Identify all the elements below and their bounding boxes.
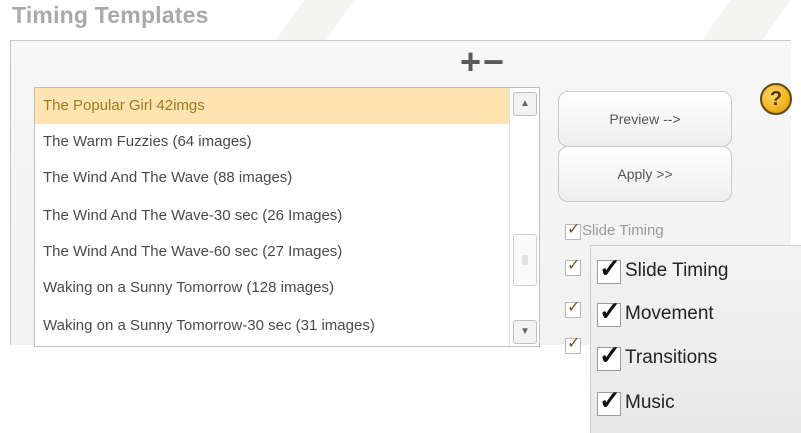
list-item[interactable]: Waking on a Sunny Tomorrow (128 images) bbox=[35, 270, 515, 306]
slide-timing-label-small: Slide Timing bbox=[582, 222, 664, 239]
help-icon[interactable]: ? bbox=[760, 83, 792, 115]
checkmark-icon: ✓ bbox=[599, 253, 621, 283]
list-item-selected[interactable]: The Popular Girl 42imgs bbox=[35, 88, 515, 124]
checkmark-icon: ✓ bbox=[567, 335, 581, 352]
list-item[interactable]: The Warm Fuzzies (64 images) bbox=[35, 124, 515, 160]
checkmark-icon: ✓ bbox=[567, 257, 581, 274]
transitions-checkbox[interactable]: ✓ bbox=[597, 340, 621, 371]
option-transitions[interactable]: ✓ Transitions bbox=[597, 339, 801, 379]
movement-label: Movement bbox=[625, 303, 714, 324]
list-item[interactable]: The Wind And The Wave (88 images) bbox=[35, 160, 515, 196]
scroll-grip bbox=[522, 255, 528, 265]
scroll-down-button[interactable]: ▼ bbox=[513, 320, 537, 344]
option-movement[interactable]: ✓ Movement bbox=[597, 295, 801, 335]
movement-checkbox-small[interactable]: ✓ bbox=[565, 257, 581, 276]
option-music[interactable]: ✓ Music bbox=[597, 384, 801, 424]
checkmark-icon: ✓ bbox=[599, 296, 621, 326]
list-item[interactable]: The Wind And The Wave-30 sec (26 Images) bbox=[35, 198, 515, 234]
slide-timing-checkbox[interactable]: ✓ bbox=[597, 253, 621, 284]
checkmark-icon: ✓ bbox=[567, 299, 581, 316]
slide-timing-checkbox-small[interactable]: ✓ bbox=[565, 221, 581, 240]
section-title: Timing Templates bbox=[12, 2, 209, 28]
apply-button[interactable]: Apply >> bbox=[558, 146, 732, 202]
option-slide-timing[interactable]: ✓ Slide Timing bbox=[597, 252, 801, 292]
checkmark-icon: ✓ bbox=[567, 221, 581, 238]
slide-timing-label: Slide Timing bbox=[625, 260, 729, 281]
music-checkbox-small[interactable]: ✓ bbox=[565, 335, 581, 354]
options-popup: ✓ Slide Timing ✓ Movement ✓ Transitions … bbox=[590, 245, 801, 433]
music-label: Music bbox=[625, 392, 675, 413]
remove-template-button[interactable]: − bbox=[483, 41, 506, 82]
checkmark-icon: ✓ bbox=[599, 385, 621, 415]
add-remove-controls: +− bbox=[460, 44, 506, 80]
movement-checkbox[interactable]: ✓ bbox=[597, 296, 621, 327]
scroll-thumb[interactable] bbox=[513, 234, 537, 286]
list-item[interactable]: Waking on a Sunny Tomorrow-30 sec (31 im… bbox=[35, 308, 515, 344]
transitions-checkbox-small[interactable]: ✓ bbox=[565, 299, 581, 318]
list-item[interactable]: The Wind And The Wave-60 sec (27 Images) bbox=[35, 234, 515, 270]
template-list[interactable]: The Popular Girl 42imgs The Warm Fuzzies… bbox=[34, 87, 540, 347]
music-checkbox[interactable]: ✓ bbox=[597, 385, 621, 416]
transitions-label: Transitions bbox=[625, 347, 718, 368]
preview-button[interactable]: Preview --> bbox=[558, 91, 732, 147]
list-scrollbar[interactable] bbox=[509, 88, 539, 346]
scroll-up-button[interactable]: ▲ bbox=[513, 92, 537, 116]
checkmark-icon: ✓ bbox=[599, 340, 621, 370]
add-template-button[interactable]: + bbox=[460, 41, 483, 82]
